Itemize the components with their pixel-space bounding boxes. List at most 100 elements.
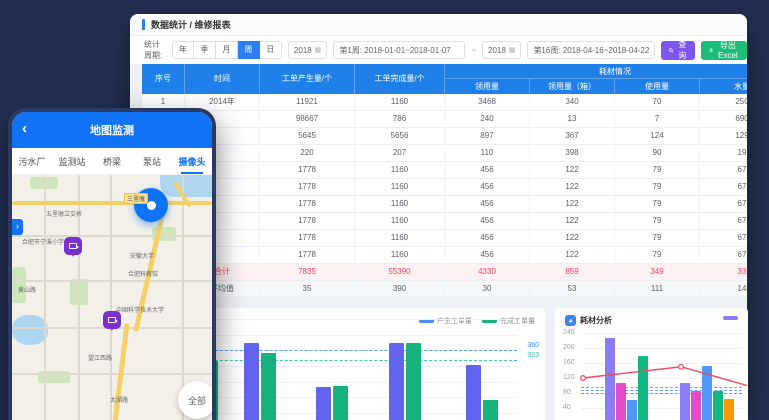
table-cell: 67 (700, 162, 747, 178)
table-row[interactable]: 56455656897367124129 (142, 128, 747, 145)
table-total-row[interactable]: 合计783555390433085934933 (142, 264, 747, 281)
panel-expander-button[interactable]: › (12, 219, 23, 235)
table-cell: 67 (700, 179, 747, 195)
bar[interactable] (713, 391, 723, 420)
end-year-picker[interactable]: 2018 ▦ (482, 41, 521, 59)
map-view[interactable]: › 全部 三里庵五里墩立交桥合肥市宁溪小学安徽大学合肥科教馆黄山路中国科学技术大… (12, 175, 212, 420)
column-header: 工单产生量/个 (260, 64, 355, 94)
table-cell: 7 (615, 111, 700, 127)
breadcrumb-accent (142, 19, 145, 30)
all-filter-button[interactable]: 全部 (178, 381, 212, 419)
legend-item[interactable]: 产生工单量 (419, 316, 472, 326)
table-cell: 1160 (355, 230, 445, 246)
table-cell: 4330 (445, 264, 530, 280)
bar[interactable] (616, 383, 626, 420)
period-option-日[interactable]: 日 (260, 41, 282, 59)
bar[interactable] (680, 383, 690, 420)
table-cell: 122 (530, 179, 615, 195)
end-week-range[interactable]: 第16周: 2018-04-16~2018-04-22 (527, 41, 655, 59)
table-cell: 111 (615, 281, 700, 297)
sub-column-header: 使用量 (615, 79, 700, 94)
bar-产生工单量[interactable] (316, 387, 331, 420)
map-label: 望江西路 (88, 353, 112, 362)
bar-完成工单量[interactable] (261, 353, 276, 420)
breadcrumb-bar: 数据统计 / 维修报表 (130, 14, 747, 36)
legend-label: 完成工单量 (500, 316, 535, 326)
phone-tab-摄像头[interactable]: 摄像头 (172, 148, 212, 174)
table-cell: 1778 (260, 213, 355, 229)
table-cell: 110 (445, 145, 530, 161)
bar[interactable] (702, 366, 712, 420)
table-row[interactable]: 2202071103989019 (142, 145, 747, 162)
table-row[interactable]: 177811604561227967 (142, 179, 747, 196)
table-cell: 1160 (355, 162, 445, 178)
consumable-chart-header: ◕ 耗材分析 (565, 315, 612, 326)
table-cell: 79 (615, 230, 700, 246)
legend-item[interactable]: 完成工单量 (482, 316, 535, 326)
table-cell: 122 (530, 162, 615, 178)
start-week-range[interactable]: 第1周: 2018-01-01~2018-01-07 (333, 41, 465, 59)
table-cell: 1160 (355, 213, 445, 229)
table-cell: 240 (445, 111, 530, 127)
table-row[interactable]: 177811604561227967 (142, 247, 747, 264)
start-year-picker[interactable]: 2018 ▦ (288, 41, 327, 59)
bar[interactable] (605, 338, 615, 420)
bar[interactable] (724, 399, 734, 420)
bar-完成工单量[interactable] (406, 343, 421, 420)
legend-item-clipped[interactable] (723, 316, 738, 320)
map-label: 合肥市宁溪小学 (22, 237, 64, 246)
period-option-月[interactable]: 月 (216, 41, 238, 59)
table-row[interactable]: 177811604561227967 (142, 196, 747, 213)
table-cell: 67 (700, 213, 747, 229)
table-cell: 456 (445, 162, 530, 178)
table-cell: 1778 (260, 230, 355, 246)
group-header: 耗材情况领用量领用量（箱）使用量水量 (445, 64, 747, 94)
start-week-range-value: 第1周: 2018-01-01~2018-01-07 (339, 45, 450, 56)
export-button-label: 导出Excel (717, 40, 739, 60)
bar[interactable] (691, 391, 701, 420)
table-cell: 79 (615, 247, 700, 263)
period-segmented-control: 年季月周日 (172, 41, 282, 59)
period-option-年[interactable]: 年 (172, 41, 194, 59)
table-row[interactable]: 12014年119211160346834070250 (142, 94, 747, 111)
filter-bar: 统计周期: 年季月周日 2018 ▦ 第1周: 2018-01-01~2018-… (130, 36, 747, 64)
bar-产生工单量[interactable] (244, 343, 259, 420)
bar[interactable] (638, 356, 648, 420)
query-button[interactable]: 查询 (661, 41, 695, 60)
bar-完成工单量[interactable] (483, 400, 498, 420)
download-icon (709, 46, 713, 54)
map-water-area (160, 175, 212, 197)
table-cell: 122 (530, 213, 615, 229)
bar[interactable] (627, 400, 637, 420)
sub-column-header: 领用量 (445, 79, 530, 94)
table-cell: 220 (260, 145, 355, 161)
period-option-周[interactable]: 周 (238, 41, 260, 59)
back-chevron-icon[interactable]: ‹ (22, 120, 27, 137)
table-cell: 7835 (260, 264, 355, 280)
phone-tab-污水厂[interactable]: 污水厂 (12, 148, 52, 174)
phone-tab-桥梁[interactable]: 桥梁 (92, 148, 132, 174)
table-cell: 67 (700, 196, 747, 212)
bar-完成工单量[interactable] (333, 386, 348, 420)
table-cell: 456 (445, 213, 530, 229)
table-cell: 79 (615, 213, 700, 229)
bar-产生工单量[interactable] (466, 365, 481, 420)
table-cell: 786 (355, 111, 445, 127)
period-option-季[interactable]: 季 (194, 41, 216, 59)
table-row[interactable]: 177811604561227967 (142, 162, 747, 179)
pie-chart-icon: ◕ (565, 315, 576, 326)
map-label: 中国科学技术大学 (116, 305, 164, 314)
table-cell: 690 (700, 111, 747, 127)
phone-tab-监测站[interactable]: 监测站 (52, 148, 92, 174)
phone-tab-泵站[interactable]: 泵站 (132, 148, 172, 174)
export-excel-button[interactable]: 导出Excel (701, 41, 747, 60)
table-cell: 33 (700, 264, 747, 280)
table-average-row[interactable]: 平均值35390305311114 (142, 281, 747, 298)
table-row[interactable]: 177811604561227967 (142, 230, 747, 247)
table-row[interactable]: 177811604561227967 (142, 213, 747, 230)
phone-app-header: ‹ 地图监测 (12, 112, 212, 148)
table-cell: 3468 (445, 94, 530, 110)
bar-产生工单量[interactable] (389, 343, 404, 420)
table-row[interactable]: 98667786240137690 (142, 111, 747, 128)
camera-marker[interactable] (64, 237, 82, 255)
